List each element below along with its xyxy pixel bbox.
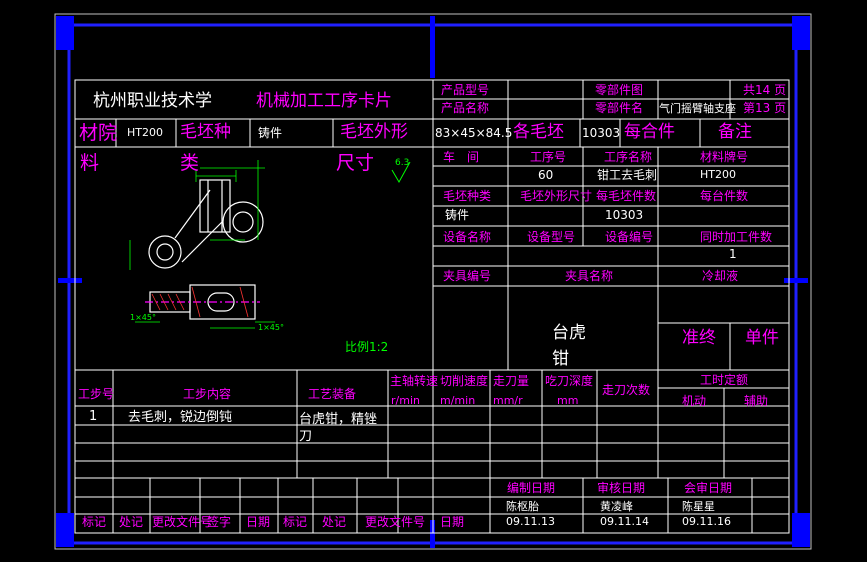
compile-date-label: 编制日期 xyxy=(507,481,556,495)
blank-size-value: 83×45×84.5 xyxy=(435,126,513,140)
material-label: 材院 xyxy=(79,122,118,144)
corner-mark-br xyxy=(792,513,810,547)
part-name-label: 零部件名 xyxy=(595,101,644,115)
page-number-label: 第13 页 xyxy=(743,101,787,115)
blank-size-label: 毛坯外形 xyxy=(340,122,408,142)
equip-model-label: 设备型号 xyxy=(527,230,576,244)
product-name-label: 产品名称 xyxy=(441,101,490,115)
product-model-label: 产品型号 xyxy=(441,83,490,97)
per-blank-value: 10303 xyxy=(605,208,644,222)
reviewer-name: 黄凌峰 xyxy=(600,500,633,513)
footer-label-4: 签字 xyxy=(207,515,232,529)
blank-kind-value: 铸件 xyxy=(445,208,470,222)
part-drawing xyxy=(129,160,411,329)
blank-kind-label: 毛坯种类 xyxy=(443,189,492,203)
process-name-value: 钳工去毛刺 xyxy=(597,168,658,182)
center-mark-top xyxy=(430,16,435,78)
unit-time-label: 单件 xyxy=(745,328,779,348)
fixture-value: 台虎钳 xyxy=(552,323,586,369)
simul-label: 同时加工件数 xyxy=(700,230,773,244)
size-label: 尺寸 xyxy=(336,152,375,174)
feed-header: 走刀量 xyxy=(493,374,530,388)
boss-hole xyxy=(156,243,174,261)
per-unit-label: 每合件 xyxy=(624,122,675,142)
part-name-value: 气门摇臂轴支座 xyxy=(659,102,736,115)
coolant-label: 冷却液 xyxy=(702,269,739,283)
boss-outer xyxy=(148,235,182,269)
footer-label-9: 日期 xyxy=(440,515,465,529)
each-blank-label: 各毛坯 xyxy=(513,122,564,142)
school-name: 杭州职业技术学 xyxy=(93,91,212,111)
footer-label-7: 处记 xyxy=(322,515,347,529)
fixture-no-label: 夹具编号 xyxy=(443,269,492,283)
time-quota-header: 工时定额 xyxy=(700,373,749,387)
step-no-header: 工步号 xyxy=(78,387,115,401)
roughness-value: 6.3 xyxy=(395,158,410,168)
footer-label-8: 更改文件号 xyxy=(365,515,426,529)
compiler-name: 陈枢胎 xyxy=(506,500,539,513)
blank-count-value: 10303 xyxy=(582,126,621,140)
process-name-label: 工序名称 xyxy=(604,150,653,164)
part-drawing-label: 零部件图 xyxy=(595,83,644,97)
footer-label-5: 日期 xyxy=(246,515,271,529)
sign-date-label: 会审日期 xyxy=(684,481,733,495)
spindle-unit: r/min xyxy=(391,394,420,407)
footer-label-3: 更改文件号 xyxy=(152,515,213,529)
footer-label-1: 标记 xyxy=(82,515,107,529)
depth-header: 吃刀深度 xyxy=(545,374,594,388)
step-content-header: 工步内容 xyxy=(183,387,232,401)
center-mark-left xyxy=(58,278,82,283)
speed-unit: m/min xyxy=(440,394,476,407)
equip-no-label: 设备编号 xyxy=(605,230,654,244)
blank-dims-label: 毛坯外形尺寸 xyxy=(520,189,593,203)
compile-date: 09.11.13 xyxy=(506,515,555,528)
material-value: HT200 xyxy=(127,126,163,139)
prep-time-label: 准终 xyxy=(682,328,716,348)
review-date-label: 审核日期 xyxy=(597,481,646,495)
spindle-speed-header: 主轴转速 xyxy=(390,374,439,388)
step-row-1-content: 去毛刺，锐边倒钝 xyxy=(128,410,233,425)
feed-unit: mm/r xyxy=(493,394,523,407)
chamfer-note-1: 1×45° xyxy=(130,313,156,322)
depth-unit: mm xyxy=(557,394,579,407)
center-mark-right xyxy=(784,278,808,283)
machine-time-header: 机动 xyxy=(682,394,707,408)
footer-label-6: 标记 xyxy=(283,515,308,529)
sign-date: 09.11.16 xyxy=(682,515,731,528)
support-body xyxy=(199,179,231,233)
workshop-label: 车 间 xyxy=(443,150,480,164)
step-row-1-equipment: 台虎钳，精锉刀 xyxy=(299,412,378,444)
chamfer-note-2: 1×45° xyxy=(258,323,284,332)
per-blank-label: 每毛坯件数 xyxy=(596,189,657,203)
drawing-scale: 比例1:2 xyxy=(345,340,389,354)
aux-time-header: 辅助 xyxy=(744,394,769,408)
corner-mark-bl xyxy=(56,513,74,547)
passes-header: 走刀次数 xyxy=(602,383,651,397)
corner-mark-tl xyxy=(56,16,74,50)
footer-label-2: 处记 xyxy=(119,515,144,529)
process-no-value: 60 xyxy=(538,168,554,182)
material-grade-value: HT200 xyxy=(700,168,736,181)
blank-type-label: 毛坯种 xyxy=(180,122,231,142)
step-row-1-no: 1 xyxy=(89,409,98,424)
equip-name-label: 设备名称 xyxy=(443,230,492,244)
blank-type-value: 铸件 xyxy=(258,126,283,140)
card-title: 机械加工工序卡片 xyxy=(256,91,392,111)
remark-label: 备注 xyxy=(718,122,752,142)
total-pages-label: 共14 页 xyxy=(743,83,787,97)
per-unit-count-label: 每台件数 xyxy=(700,189,749,203)
fixture-name-label: 夹具名称 xyxy=(565,269,614,283)
simul-value: 1 xyxy=(729,247,737,261)
shaft-boss xyxy=(222,201,264,243)
equipment-header: 工艺装备 xyxy=(308,387,357,401)
material-grade-label: 材料牌号 xyxy=(700,150,749,164)
review-date: 09.11.14 xyxy=(600,515,649,528)
cut-speed-header: 切削速度 xyxy=(440,374,489,388)
process-no-label: 工序号 xyxy=(530,150,567,164)
type-label: 类 xyxy=(180,152,200,174)
material-label-2: 料 xyxy=(80,152,100,174)
corner-mark-tr xyxy=(792,16,810,50)
signer-name: 陈星星 xyxy=(682,500,715,513)
